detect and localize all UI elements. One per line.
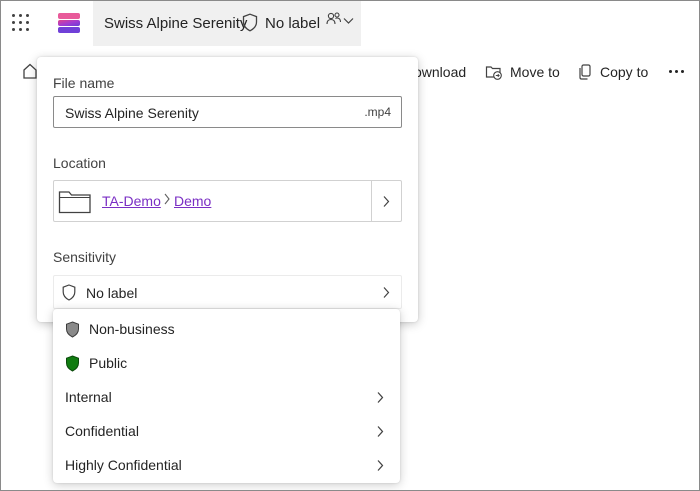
- sensitivity-label-text: No label: [265, 15, 321, 32]
- chevron-down-icon: [343, 18, 354, 24]
- more-options-icon[interactable]: [669, 70, 685, 74]
- gray-shield-icon: [66, 321, 79, 338]
- location-picker[interactable]: TA-Demo Demo: [53, 180, 402, 222]
- file-details-panel: File name Swiss Alpine Serenity .mp4 Loc…: [37, 57, 418, 322]
- breadcrumb-demo[interactable]: Demo: [174, 193, 211, 209]
- chevron-right-icon: [383, 287, 390, 298]
- stream-logo-icon: [58, 13, 80, 33]
- menu-item-internal[interactable]: Internal: [53, 380, 400, 414]
- move-to-folder-icon[interactable]: [485, 63, 503, 81]
- breadcrumb-ta-demo[interactable]: TA-Demo: [102, 193, 161, 209]
- menu-item-label: Non-business: [89, 321, 175, 337]
- sensitivity-label: Sensitivity: [53, 249, 117, 265]
- sensitivity-value: No label: [86, 285, 138, 301]
- menu-item-label: Confidential: [65, 423, 139, 439]
- menu-item-label: Internal: [65, 389, 112, 405]
- file-name-value: Swiss Alpine Serenity: [65, 105, 199, 121]
- sensitivity-dropdown[interactable]: No label: [53, 275, 402, 309]
- green-shield-icon: [66, 355, 79, 372]
- chevron-right-icon[interactable]: [382, 195, 390, 208]
- shield-icon: [62, 284, 76, 301]
- people-icon: [326, 12, 342, 25]
- top-bar: Swiss Alpine Serenity No label: [0, 0, 700, 48]
- chevron-right-icon: [377, 392, 384, 403]
- copy-to-button[interactable]: Copy to: [600, 64, 648, 80]
- menu-item-non-business[interactable]: Non-business: [53, 312, 400, 346]
- move-to-button[interactable]: Move to: [510, 64, 560, 80]
- copy-icon[interactable]: [577, 63, 595, 81]
- divider: [371, 181, 372, 221]
- folder-icon: [58, 191, 91, 214]
- chevron-right-icon: [377, 426, 384, 437]
- sensitivity-menu: Non-business Public Internal Confidentia…: [53, 309, 400, 483]
- menu-item-confidential[interactable]: Confidential: [53, 414, 400, 448]
- file-name-input[interactable]: Swiss Alpine Serenity .mp4: [53, 96, 402, 128]
- chevron-right-icon: [164, 193, 170, 205]
- menu-item-highly-confidential[interactable]: Highly Confidential: [53, 448, 400, 482]
- download-button[interactable]: ownload: [414, 64, 466, 80]
- chevron-right-icon: [377, 460, 384, 471]
- menu-item-label: Highly Confidential: [65, 457, 182, 473]
- shield-icon: [242, 13, 258, 32]
- menu-item-public[interactable]: Public: [53, 346, 400, 380]
- app-launcher-icon[interactable]: [12, 14, 30, 32]
- menu-item-label: Public: [89, 355, 128, 371]
- file-name-label: File name: [53, 75, 115, 91]
- file-title-button[interactable]: Swiss Alpine Serenity No label: [93, 0, 361, 46]
- home-icon[interactable]: [22, 62, 38, 80]
- file-title: Swiss Alpine Serenity: [104, 15, 248, 32]
- location-label: Location: [53, 155, 106, 171]
- file-extension: .mp4: [364, 105, 391, 119]
